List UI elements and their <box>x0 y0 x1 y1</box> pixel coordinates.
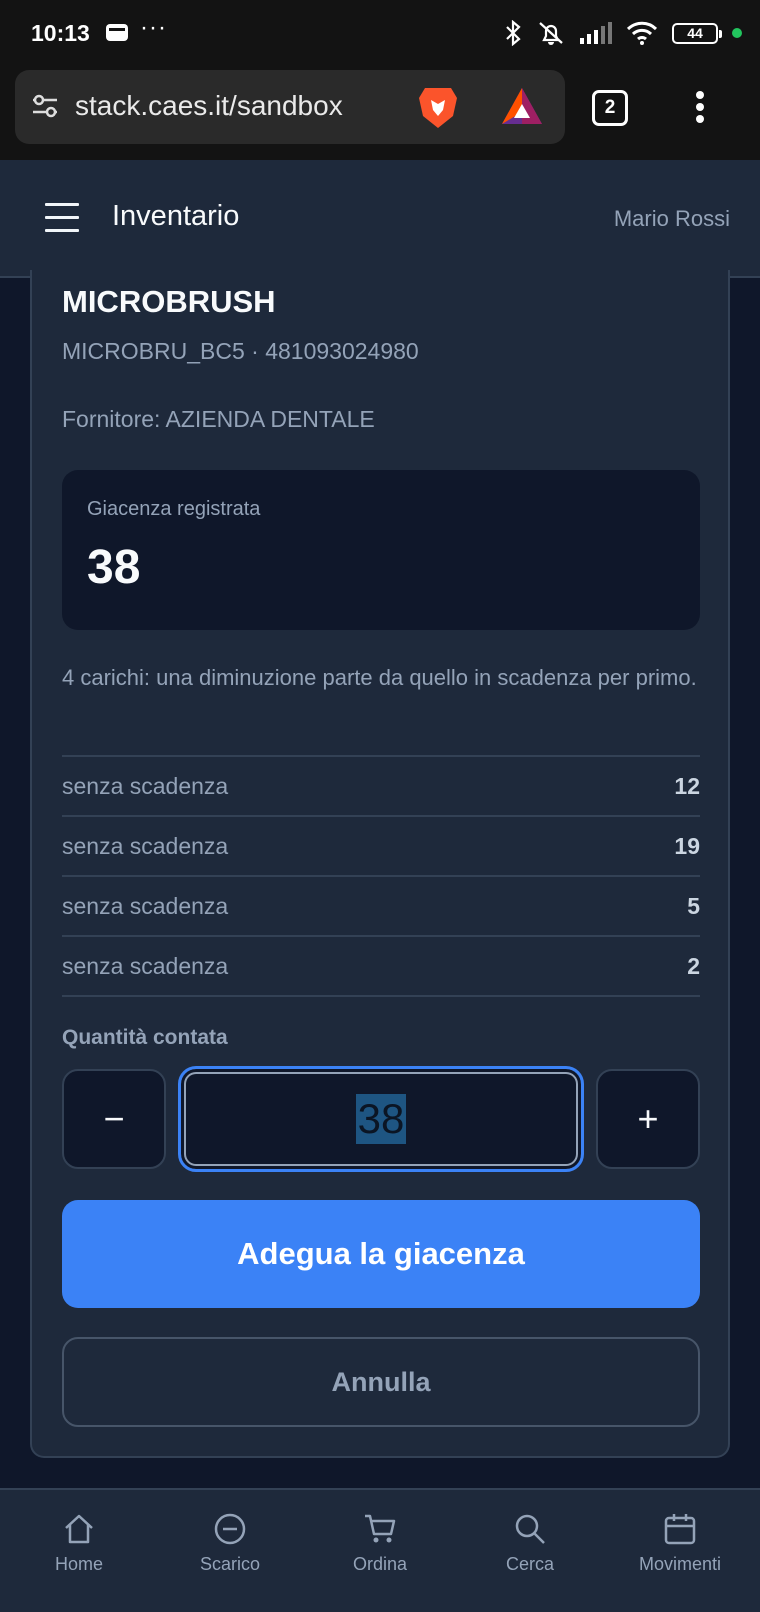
minus-circle-icon <box>214 1513 246 1545</box>
browser-toolbar: stack.caes.it/sandbox 2 <box>0 70 760 160</box>
lot-row: senza scadenza 2 <box>62 937 700 997</box>
address-bar[interactable]: stack.caes.it/sandbox <box>15 70 565 144</box>
lots-description: 4 carichi: una diminuzione parte da quel… <box>62 665 697 690</box>
lot-expiry: senza scadenza <box>62 772 229 799</box>
product-name: MICROBRUSH <box>62 284 276 319</box>
user-name[interactable]: Mario Rossi <box>614 206 730 232</box>
counted-quantity-input[interactable]: 38 <box>178 1066 584 1172</box>
bluetooth-icon <box>506 20 521 46</box>
registered-stock-box: Giacenza registrata 38 <box>62 470 700 630</box>
status-bar: 10:13 ··· 44 <box>0 0 760 70</box>
search-icon <box>515 1514 545 1544</box>
cart-icon <box>365 1514 396 1543</box>
lot-quantity: 5 <box>687 892 700 919</box>
clock: 10:13 <box>31 20 90 46</box>
nav-movimenti[interactable]: Movimenti <box>605 1512 755 1575</box>
tabs-button[interactable]: 2 <box>592 90 628 126</box>
home-icon <box>65 1514 93 1544</box>
wifi-icon <box>626 21 658 45</box>
lot-expiry: senza scadenza <box>62 892 229 919</box>
quantity-stepper: − 38 + <box>62 1066 700 1172</box>
nav-home[interactable]: Home <box>4 1512 154 1575</box>
nav-scarico-label: Scarico <box>199 1554 261 1574</box>
adjust-stock-button[interactable]: Adegua la giacenza <box>62 1200 700 1308</box>
lot-quantity: 19 <box>674 832 700 859</box>
url-text[interactable]: stack.caes.it/sandbox <box>75 90 343 122</box>
nav-movimenti-label: Movimenti <box>638 1554 722 1574</box>
counted-quantity-label: Quantità contata <box>62 1026 228 1049</box>
product-card: MICROBRUSH MICROBRU_BC5 · 481093024980 F… <box>30 270 730 1458</box>
product-supplier: Fornitore: AZIENDA DENTALE <box>62 406 375 432</box>
more-notifications-icon: ··· <box>140 14 167 41</box>
lot-quantity: 2 <box>687 952 700 979</box>
nav-ordina-label: Ordina <box>352 1554 408 1574</box>
bottom-navigation: Home Scarico Ordina Cerca Movimenti <box>0 1488 760 1612</box>
signal-icon <box>580 22 612 44</box>
nav-cerca[interactable]: Cerca <box>455 1512 605 1575</box>
lot-row: senza scadenza 5 <box>62 877 700 937</box>
nav-ordina[interactable]: Ordina <box>305 1512 455 1575</box>
brave-shields-icon[interactable] <box>417 84 459 130</box>
brave-rewards-icon[interactable] <box>500 86 544 126</box>
lots-table: senza scadenza 12 senza scadenza 19 senz… <box>62 755 700 997</box>
cancel-button[interactable]: Annulla <box>62 1337 700 1427</box>
notification-icon <box>106 24 128 41</box>
site-settings-icon[interactable] <box>31 92 59 120</box>
muted-bell-icon <box>539 22 563 45</box>
lot-expiry: senza scadenza <box>62 952 229 979</box>
product-code: MICROBRU_BC5 · 481093024980 <box>62 338 419 364</box>
calendar-icon <box>664 1514 696 1545</box>
nav-home-label: Home <box>54 1554 103 1574</box>
hamburger-menu-icon[interactable] <box>45 203 79 233</box>
app-header: Inventario Mario Rossi <box>0 160 760 278</box>
privacy-indicator-dot <box>732 28 742 38</box>
registered-stock-label: Giacenza registrata <box>87 498 261 520</box>
lot-expiry: senza scadenza <box>62 832 229 859</box>
nav-scarico[interactable]: Scarico <box>155 1512 305 1575</box>
decrement-button[interactable]: − <box>62 1069 166 1169</box>
nav-cerca-label: Cerca <box>505 1554 554 1574</box>
browser-menu-icon[interactable] <box>690 88 710 128</box>
battery-icon: 44 <box>672 22 722 44</box>
registered-stock-value: 38 <box>87 541 141 594</box>
lot-row: senza scadenza 12 <box>62 757 700 817</box>
lot-quantity: 12 <box>674 772 700 799</box>
increment-button[interactable]: + <box>596 1069 700 1169</box>
counted-quantity-value[interactable]: 38 <box>355 1094 407 1144</box>
lot-row: senza scadenza 19 <box>62 817 700 877</box>
page-title: Inventario <box>112 200 240 232</box>
